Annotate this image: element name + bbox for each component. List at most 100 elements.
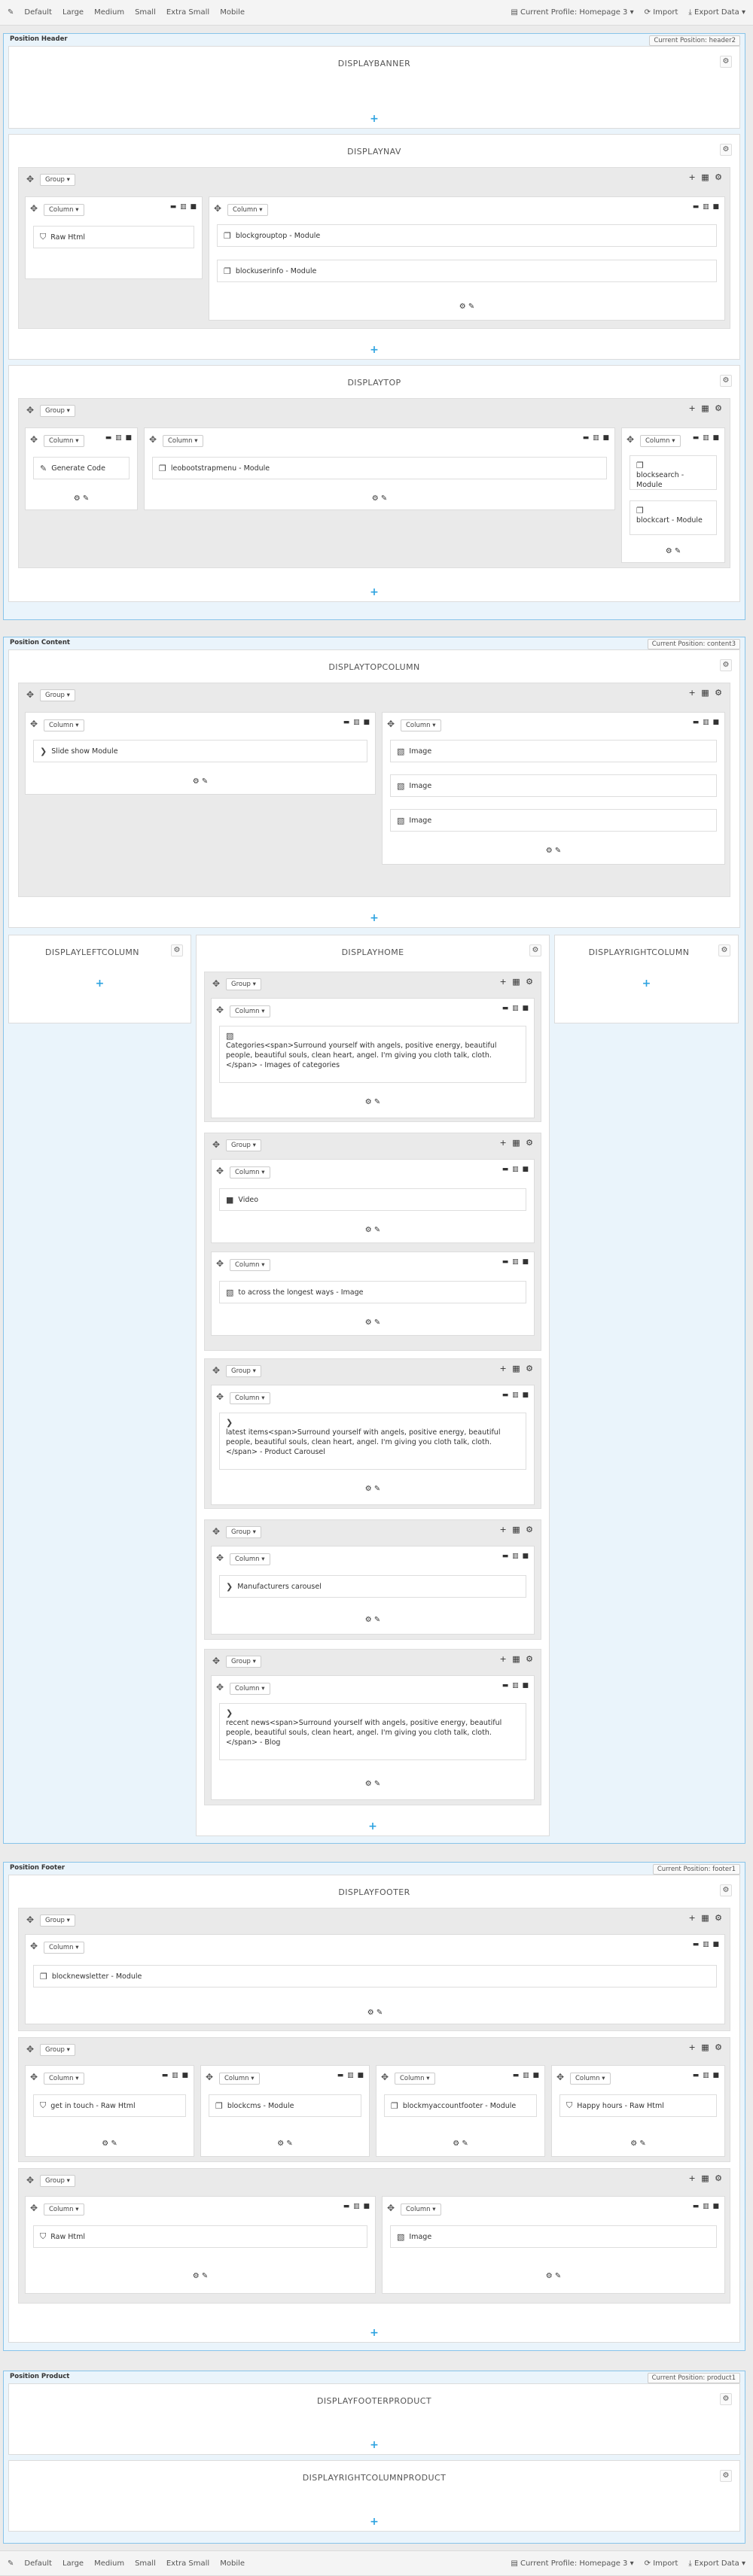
widget-video[interactable]: ■ Video (219, 1188, 526, 1211)
device-default[interactable]: Default (24, 2559, 52, 2568)
group-button[interactable]: Group ▾ (40, 2175, 75, 2187)
column-width-icon[interactable]: ▬ ▥ ■ (105, 434, 133, 442)
widget-image[interactable]: ▧ Image (390, 740, 717, 762)
column-width-icon[interactable]: ▬ ▥ ■ (513, 2072, 540, 2079)
column-button[interactable]: Column ▾ (230, 1683, 270, 1695)
column-actions-icon[interactable]: ⚙ ✎ (212, 1616, 534, 1624)
device-extra-small[interactable]: Extra Small (166, 8, 209, 17)
group-tools-icon[interactable]: + ▦ ⚙ (500, 977, 535, 987)
column-width-icon[interactable]: ▬ ▥ ■ (693, 2072, 720, 2079)
gear-icon[interactable]: ⚙ (171, 944, 183, 956)
move-icon[interactable]: ✥ (381, 2072, 389, 2082)
device-extra-small[interactable]: Extra Small (166, 2559, 209, 2568)
gear-icon[interactable]: ⚙ (529, 944, 541, 956)
move-icon[interactable]: ✥ (206, 2072, 213, 2082)
widget-module[interactable]: ❐ blockuserinfo - Module (217, 260, 717, 282)
widget-image[interactable]: ▧ Image (390, 774, 717, 797)
move-icon[interactable]: ✥ (212, 1656, 220, 1666)
widget-module[interactable]: ❐ blockcms - Module (209, 2094, 361, 2117)
edit-icon[interactable]: ✎ (8, 8, 14, 17)
gear-icon[interactable]: ⚙ (720, 56, 732, 68)
move-icon[interactable]: ✥ (212, 1139, 220, 1150)
move-icon[interactable]: ✥ (26, 405, 34, 415)
add-group-icon[interactable]: + (370, 2516, 379, 2528)
add-group-icon[interactable]: + (642, 978, 651, 990)
column-button[interactable]: Column ▾ (401, 2203, 441, 2216)
add-group-icon[interactable]: + (96, 978, 105, 990)
column-button[interactable]: Column ▾ (44, 435, 84, 447)
widget-module[interactable]: ❐ blockmyaccountfooter - Module (384, 2094, 537, 2117)
widget-module[interactable]: ❐ blocksearch - Module (630, 455, 717, 490)
group-button[interactable]: Group ▾ (40, 174, 75, 186)
widget-image[interactable]: ▧ Image (390, 809, 717, 832)
column-actions-icon[interactable]: ⚙ ✎ (209, 303, 724, 311)
widget-image[interactable]: ▧ to across the longest ways - Image (219, 1281, 526, 1303)
column-button[interactable]: Column ▾ (230, 1259, 270, 1271)
device-mobile[interactable]: Mobile (220, 2559, 245, 2568)
move-icon[interactable]: ✥ (212, 1526, 220, 1537)
column-button[interactable]: Column ▾ (230, 1553, 270, 1565)
column-actions-icon[interactable]: ⚙ ✎ (212, 1098, 534, 1106)
column-actions-icon[interactable]: ⚙ ✎ (26, 494, 137, 503)
column-button[interactable]: Column ▾ (44, 204, 84, 216)
column-width-icon[interactable]: ▬ ▥ ■ (502, 1258, 529, 1266)
move-icon[interactable]: ✥ (26, 2044, 34, 2054)
widget-manufacturers[interactable]: ❯ Manufacturers carousel (219, 1575, 526, 1598)
column-width-icon[interactable]: ▬ ▥ ■ (170, 203, 197, 211)
group-tools-icon[interactable]: + ▦ ⚙ (689, 2042, 724, 2052)
add-group-icon[interactable]: + (370, 2439, 379, 2451)
add-group-icon[interactable]: + (370, 2327, 379, 2339)
group-tools-icon[interactable]: + ▦ ⚙ (689, 172, 724, 182)
move-icon[interactable]: ✥ (387, 719, 395, 729)
widget-product-carousel[interactable]: ❯ latest items<span>Surround yourself wit… (219, 1413, 526, 1470)
move-icon[interactable]: ✥ (30, 203, 38, 214)
gear-icon[interactable]: ⚙ (718, 944, 730, 956)
group-tools-icon[interactable]: + ▦ ⚙ (500, 1525, 535, 1534)
group-tools-icon[interactable]: + ▦ ⚙ (689, 688, 724, 698)
column-width-icon[interactable]: ▬ ▥ ■ (693, 434, 720, 442)
widget-generate-code[interactable]: ✎ Generate Code (33, 457, 130, 479)
group-button[interactable]: Group ▾ (40, 689, 75, 701)
group-button[interactable]: Group ▾ (40, 405, 75, 417)
group-tools-icon[interactable]: + ▦ ⚙ (689, 2173, 724, 2183)
device-small[interactable]: Small (135, 8, 156, 17)
column-width-icon[interactable]: ▬ ▥ ■ (502, 1166, 529, 1173)
column-width-icon[interactable]: ▬ ▥ ■ (502, 1553, 529, 1560)
column-actions-icon[interactable]: ⚙ ✎ (212, 1226, 534, 1234)
move-icon[interactable]: ✥ (30, 1941, 38, 1951)
move-icon[interactable]: ✥ (149, 434, 157, 445)
widget-raw-html[interactable]: ⛉ Raw Html (33, 226, 194, 248)
move-icon[interactable]: ✥ (30, 2203, 38, 2213)
device-default[interactable]: Default (24, 8, 52, 17)
column-width-icon[interactable]: ▬ ▥ ■ (343, 2203, 370, 2210)
move-icon[interactable]: ✥ (30, 2072, 38, 2082)
column-width-icon[interactable]: ▬ ▥ ■ (693, 2203, 720, 2210)
column-button[interactable]: Column ▾ (401, 719, 441, 731)
move-icon[interactable]: ✥ (216, 1258, 224, 1269)
column-button[interactable]: Column ▾ (230, 1392, 270, 1404)
group-tools-icon[interactable]: + ▦ ⚙ (689, 1913, 724, 1923)
column-width-icon[interactable]: ▬ ▥ ■ (502, 1005, 529, 1012)
column-actions-icon[interactable]: ⚙ ✎ (26, 2140, 194, 2148)
gear-icon[interactable]: ⚙ (720, 659, 732, 671)
column-actions-icon[interactable]: ⚙ ✎ (622, 547, 724, 555)
column-actions-icon[interactable]: ⚙ ✎ (212, 1318, 534, 1327)
move-icon[interactable]: ✥ (30, 434, 38, 445)
column-button[interactable]: Column ▾ (219, 2073, 260, 2085)
profile-dropdown[interactable]: ▤ Current Profile: Homepage 3 ▾ (511, 8, 633, 17)
column-button[interactable]: Column ▾ (44, 719, 84, 731)
group-tools-icon[interactable]: + ▦ ⚙ (500, 1364, 535, 1373)
group-button[interactable]: Group ▾ (226, 1139, 261, 1151)
move-icon[interactable]: ✥ (26, 174, 34, 184)
column-button[interactable]: Column ▾ (44, 2073, 84, 2085)
export-button[interactable]: ⤓ Export Data ▾ (688, 8, 745, 17)
move-icon[interactable]: ✥ (216, 1166, 224, 1176)
group-button[interactable]: Group ▾ (40, 1915, 75, 1927)
widget-categories[interactable]: ▧ Categories<span>Surround yourself with … (219, 1026, 526, 1083)
group-button[interactable]: Group ▾ (226, 1656, 261, 1668)
widget-raw-html[interactable]: ⛉ Happy hours - Raw Html (559, 2094, 717, 2117)
column-width-icon[interactable]: ▬ ▥ ■ (162, 2072, 189, 2079)
device-medium[interactable]: Medium (94, 2559, 124, 2568)
column-width-icon[interactable]: ▬ ▥ ■ (337, 2072, 364, 2079)
add-group-icon[interactable]: + (370, 912, 379, 924)
